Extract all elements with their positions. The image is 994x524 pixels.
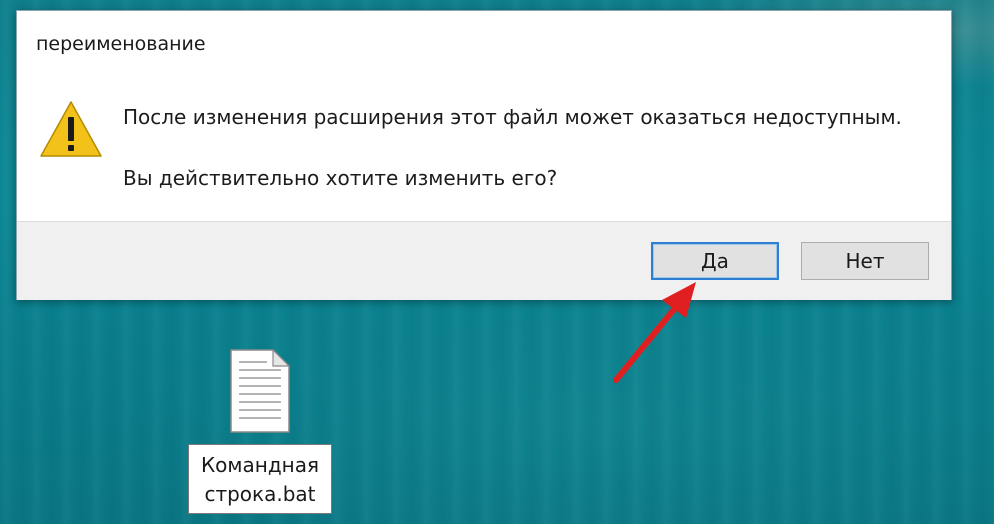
dialog-button-bar: Да Нет: [17, 221, 951, 300]
warning-icon: [40, 101, 102, 157]
file-name-line-1: Командная: [200, 453, 320, 477]
no-button[interactable]: Нет: [801, 242, 929, 280]
rename-dialog: переименование После изменения расширени…: [16, 10, 952, 300]
dialog-message: После изменения расширения этот файл мож…: [123, 105, 902, 129]
dialog-title: переименование: [36, 33, 206, 55]
red-arrow-icon: [613, 282, 696, 383]
text-file-icon[interactable]: [229, 348, 291, 434]
file-name-label[interactable]: Командная строка.bat: [188, 444, 332, 514]
file-name-line-2: строка.bat: [204, 482, 316, 506]
dialog-question: Вы действительно хотите изменить его?: [123, 166, 558, 190]
